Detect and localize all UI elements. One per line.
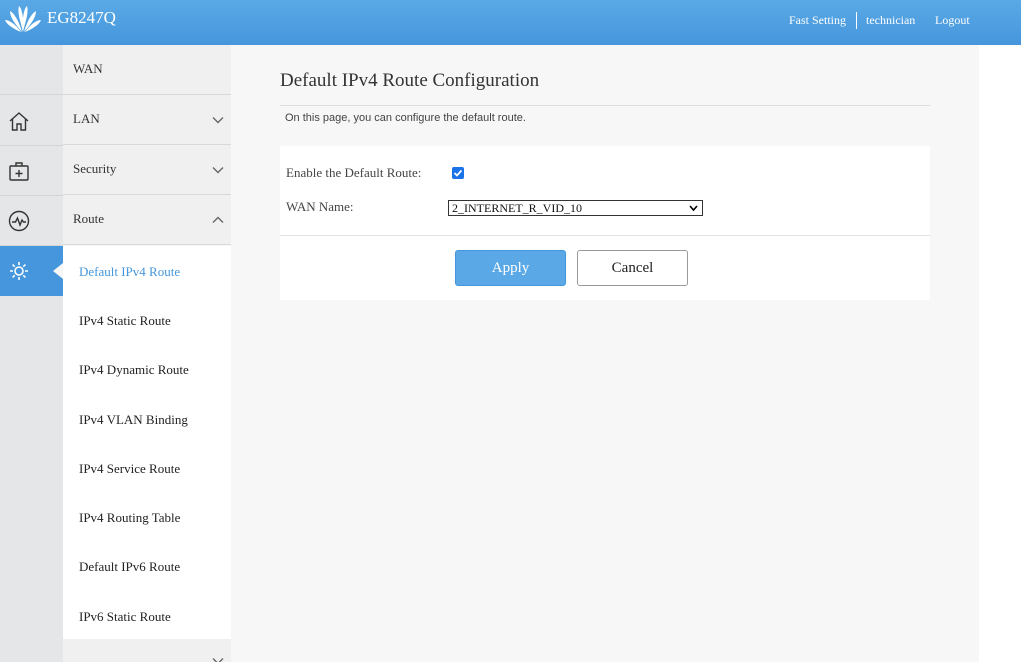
menu-item-security[interactable]: Security — [63, 145, 231, 195]
rail-item-advanced[interactable] — [0, 146, 63, 196]
config-panel: Enable the Default Route: WAN Name: 2_IN… — [280, 146, 930, 300]
wan-name-value: 2_INTERNET_R_VID_10 — [452, 201, 582, 215]
fast-setting-link[interactable]: Fast Setting — [789, 13, 846, 28]
submenu-ipv6-static-route[interactable]: IPv6 Static Route — [79, 609, 171, 625]
pulse-icon — [8, 210, 30, 231]
chevron-up-icon — [212, 216, 224, 223]
checkmark-icon — [453, 169, 463, 177]
submenu-ipv4-routing-table[interactable]: IPv4 Routing Table — [79, 510, 180, 526]
rail-item-status[interactable] — [0, 196, 63, 246]
menu-item-label: Security — [73, 161, 117, 176]
menu-item-wan[interactable]: WAN — [63, 45, 231, 95]
page-title: Default IPv4 Route Configuration — [280, 70, 540, 91]
huawei-logo-icon — [5, 6, 41, 32]
medkit-icon — [9, 161, 29, 181]
submenu-ipv4-dynamic-route[interactable]: IPv4 Dynamic Route — [79, 362, 189, 378]
title-divider — [280, 105, 930, 106]
apply-button[interactable]: Apply — [455, 250, 566, 286]
page-description: On this page, you can configure the defa… — [285, 112, 526, 124]
right-margin — [979, 45, 1021, 662]
submenu-ipv4-static-route[interactable]: IPv4 Static Route — [79, 313, 171, 329]
chevron-down-icon — [689, 205, 698, 212]
menu-item-label: LAN — [73, 111, 100, 126]
menu-item-label: Route — [73, 211, 105, 226]
menu-item-label: WAN — [73, 61, 103, 76]
chevron-down-icon — [212, 658, 224, 662]
panel-divider — [280, 235, 930, 236]
header-divider — [856, 12, 857, 29]
sidebar-menu: WAN LAN Security Route Default IPv4 Rout… — [63, 45, 231, 662]
submenu-ipv4-service-route[interactable]: IPv4 Service Route — [79, 461, 180, 477]
enable-default-route-checkbox[interactable] — [452, 167, 464, 179]
home-icon — [9, 111, 29, 131]
cancel-button[interactable]: Cancel — [577, 250, 688, 286]
menu-item-next[interactable] — [63, 639, 231, 662]
device-model: EG8247Q — [47, 8, 116, 27]
icon-rail — [0, 45, 63, 662]
submenu-default-ipv4-route[interactable]: Default IPv4 Route — [79, 264, 180, 280]
enable-default-route-label: Enable the Default Route: — [286, 165, 422, 180]
top-header: EG8247Q Fast Setting technician Logout — [0, 0, 1021, 45]
wan-name-select[interactable]: 2_INTERNET_R_VID_10 — [448, 200, 703, 216]
wan-name-label: WAN Name: — [286, 199, 354, 214]
username-link[interactable]: technician — [866, 13, 915, 28]
rail-item-blank — [0, 45, 63, 95]
gear-icon — [10, 262, 28, 280]
chevron-down-icon — [212, 117, 224, 124]
main-content: Default IPv4 Route Configuration On this… — [231, 45, 979, 662]
chevron-down-icon — [212, 167, 224, 174]
rail-item-home[interactable] — [0, 96, 63, 146]
menu-item-route[interactable]: Route — [63, 195, 231, 245]
route-submenu: Default IPv4 Route IPv4 Static Route IPv… — [63, 246, 231, 639]
submenu-ipv4-vlan-binding[interactable]: IPv4 VLAN Binding — [79, 412, 188, 428]
menu-item-lan[interactable]: LAN — [63, 95, 231, 145]
submenu-default-ipv6-route[interactable]: Default IPv6 Route — [79, 559, 180, 575]
rail-item-settings[interactable] — [0, 246, 63, 296]
logout-link[interactable]: Logout — [935, 13, 970, 28]
